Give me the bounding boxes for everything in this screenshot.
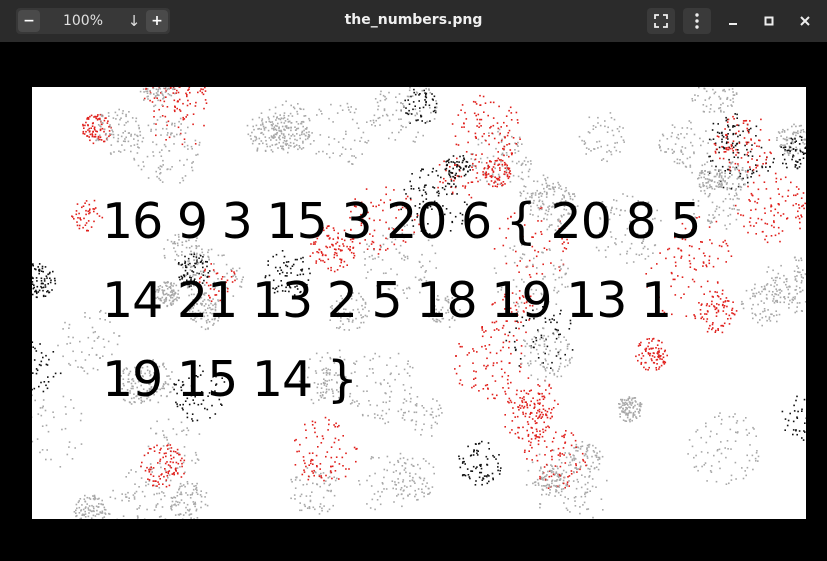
image-text-line: 19 15 14 } [102,351,358,408]
image-canvas: 16 9 3 15 3 20 6 { 20 8 5 14 21 13 2 5 1… [0,42,827,561]
plus-icon: + [151,13,163,29]
image-text-line: 16 9 3 15 3 20 6 { 20 8 5 [102,193,701,250]
vertical-dots-icon [695,13,699,29]
close-button[interactable] [791,8,819,34]
minimize-icon [729,23,737,25]
maximize-icon [764,16,774,26]
zoom-out-button[interactable]: − [18,10,40,32]
zoom-level[interactable]: 100% [42,13,124,29]
image-text-line: 14 21 13 2 5 18 19 13 1 [102,272,672,329]
image-viewer-window: − 100% ↓ + the_numbers.png 16 9 3 15 3 2… [0,0,827,561]
menu-button[interactable] [683,8,711,34]
close-icon [800,16,810,26]
window-controls [639,8,819,34]
displayed-image: 16 9 3 15 3 20 6 { 20 8 5 14 21 13 2 5 1… [32,87,806,519]
zoom-in-button[interactable]: + [146,10,168,32]
maximize-button[interactable] [755,8,783,34]
image-text: 16 9 3 15 3 20 6 { 20 8 5 14 21 13 2 5 1… [102,182,762,419]
minus-icon: − [23,13,35,29]
minimize-button[interactable] [719,8,747,34]
title-bar: − 100% ↓ + the_numbers.png [0,0,827,42]
fullscreen-button[interactable] [647,8,675,34]
fullscreen-icon [654,14,668,28]
zoom-controls: − 100% ↓ + [16,8,170,34]
down-arrow-icon[interactable]: ↓ [124,12,144,30]
